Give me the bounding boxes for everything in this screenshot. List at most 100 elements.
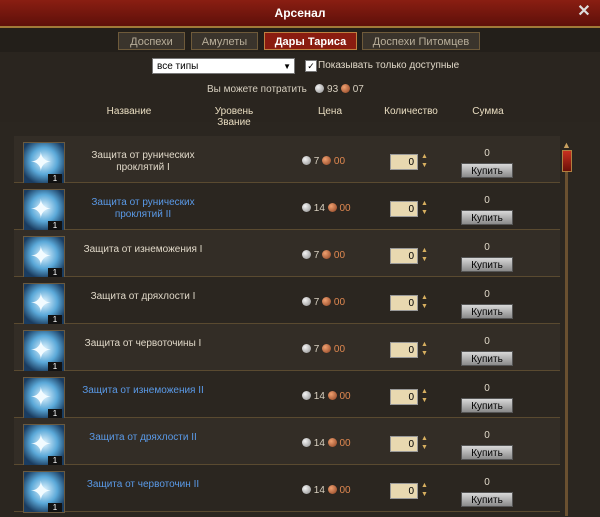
list-item: ✦ 1 Защита от рунических проклятий I 7 00 0…: [14, 136, 560, 184]
item-list: ✦ 1 Защита от рунических проклятий I 7 00 0…: [14, 136, 560, 517]
crystal-icon: ✦: [30, 476, 52, 506]
buy-button[interactable]: Купить: [461, 445, 513, 460]
item-name[interactable]: Защита от червоточин II: [68, 479, 218, 491]
item-count: 1: [48, 268, 62, 277]
quantity-stepper[interactable]: ▲ ▼: [421, 246, 431, 266]
quantity-stepper[interactable]: ▲ ▼: [421, 199, 431, 219]
item-name: Защита от рунических проклятий I: [91, 150, 195, 173]
price-silver: 14: [313, 438, 325, 449]
column-header-name: Название: [106, 106, 152, 117]
only-available-label: Показывать только доступные: [318, 60, 460, 71]
tab-armor[interactable]: Доспехи: [118, 32, 185, 50]
tab-amulets[interactable]: Амулеты: [191, 32, 258, 50]
item-icon[interactable]: ✦ 1: [23, 142, 65, 184]
quantity-input[interactable]: 0: [390, 295, 418, 311]
column-header-level-label: Уровень: [214, 106, 254, 117]
item-name: Защита от изнеможения I: [83, 244, 203, 255]
quantity-input[interactable]: 0: [390, 154, 418, 170]
list-item: ✦ 1 Защита от изнеможения I 7 00 0 ▲ ▼ 0 Купить: [14, 230, 560, 278]
arsenal-window: Арсенал ✕ Доспехи Амулеты Дары Тариса До…: [0, 0, 600, 517]
scrollbar[interactable]: ▲: [560, 140, 574, 517]
title-bar: Арсенал ✕: [0, 0, 600, 28]
price-copper: 00: [333, 344, 346, 355]
item-count: 1: [48, 174, 62, 183]
copper-coin-icon: [322, 250, 332, 259]
crystal-icon: ✦: [30, 194, 52, 224]
quantity-input[interactable]: 0: [390, 342, 418, 358]
filter-panel: все типы ▼ ✓ Показывать только доступные…: [0, 52, 600, 128]
silver-coin-icon: [302, 156, 311, 165]
tab-pet-armor[interactable]: Доспехи Питомцев: [362, 32, 480, 50]
item-name: Защита от червоточины I: [84, 338, 202, 349]
item-price: 14 00: [302, 438, 351, 449]
item-count: 1: [48, 362, 62, 371]
buy-button[interactable]: Купить: [461, 257, 513, 272]
item-count: 1: [48, 456, 62, 465]
item-icon[interactable]: ✦ 1: [23, 283, 65, 325]
item-sum: 0: [484, 242, 490, 253]
item-sum: 0: [484, 148, 490, 159]
crystal-icon: ✦: [30, 382, 52, 412]
item-name[interactable]: Защита от рунических проклятий II: [68, 197, 218, 221]
silver-coin-icon: [302, 391, 311, 400]
scroll-track[interactable]: [565, 166, 568, 516]
list-item: ✦ 1 Защита от изнеможения II 14 00 0 ▲ ▼ 0 Купи…: [14, 371, 560, 419]
buy-button[interactable]: Купить: [461, 163, 513, 178]
silver-coin-icon: [302, 438, 311, 447]
price-copper: 00: [333, 250, 346, 261]
item-sum: 0: [484, 336, 490, 347]
buy-button[interactable]: Купить: [461, 351, 513, 366]
item-name[interactable]: Защита от дряхлости II: [68, 432, 218, 444]
buy-button[interactable]: Купить: [461, 492, 513, 507]
list-item: ✦ 1 Защита от рунических проклятий II 14 0…: [14, 183, 560, 231]
quantity-stepper[interactable]: ▲ ▼: [421, 387, 431, 407]
quantity-stepper[interactable]: ▲ ▼: [421, 293, 431, 313]
quantity-input[interactable]: 0: [390, 483, 418, 499]
item-price: 7 00: [302, 156, 345, 167]
scroll-up-icon[interactable]: ▲: [562, 140, 571, 150]
item-icon[interactable]: ✦ 1: [23, 424, 65, 466]
quantity-stepper[interactable]: ▲ ▼: [421, 340, 431, 360]
silver-coin-icon: [315, 84, 325, 93]
quantity-stepper[interactable]: ▲ ▼: [421, 434, 431, 454]
scroll-thumb[interactable]: [562, 150, 572, 172]
buy-button[interactable]: Купить: [461, 210, 513, 225]
column-header-sum: Сумма: [472, 106, 504, 117]
only-available-checkbox[interactable]: ✓: [305, 60, 317, 72]
crystal-icon: ✦: [30, 288, 52, 318]
item-price: 14 00: [302, 485, 351, 496]
type-select-value: все типы: [157, 61, 199, 72]
item-icon[interactable]: ✦ 1: [23, 330, 65, 372]
copper-coin-icon: [322, 156, 332, 165]
item-icon[interactable]: ✦ 1: [23, 236, 65, 278]
item-price: 7 00: [302, 297, 345, 308]
price-copper: 00: [339, 203, 351, 214]
item-icon[interactable]: ✦ 1: [23, 377, 65, 419]
list-item: ✦ 1 Защита от дряхлости II 14 00 0 ▲ ▼ 0 Купить: [14, 418, 560, 466]
copper-coin-icon: [327, 438, 337, 447]
item-icon[interactable]: ✦ 1: [23, 471, 65, 513]
quantity-input[interactable]: 0: [390, 201, 418, 217]
copper-coin-icon: [322, 297, 332, 306]
quantity-input[interactable]: 0: [390, 248, 418, 264]
tab-tarisa-gifts[interactable]: Дары Тариса: [264, 32, 357, 50]
silver-coin-icon: [302, 203, 311, 212]
item-sum: 0: [484, 477, 490, 488]
quantity-input[interactable]: 0: [390, 436, 418, 452]
quantity-stepper[interactable]: ▲ ▼: [421, 152, 431, 172]
quantity-input[interactable]: 0: [390, 389, 418, 405]
type-select[interactable]: все типы ▼: [152, 58, 295, 74]
buy-button[interactable]: Купить: [461, 398, 513, 413]
quantity-stepper[interactable]: ▲ ▼: [421, 481, 431, 501]
price-silver: 7: [313, 297, 320, 308]
buy-button[interactable]: Купить: [461, 304, 513, 319]
close-icon[interactable]: ✕: [576, 3, 592, 21]
crystal-icon: ✦: [30, 241, 52, 271]
item-name[interactable]: Защита от изнеможения II: [68, 385, 218, 397]
price-silver: 7: [313, 250, 320, 261]
window-title: Арсенал: [274, 6, 326, 20]
tab-bar: Доспехи Амулеты Дары Тариса Доспехи Пито…: [0, 28, 600, 54]
copper-coin-icon: [322, 344, 332, 353]
spend-info: Вы можете потратить 93 07: [207, 84, 364, 95]
item-icon[interactable]: ✦ 1: [23, 189, 65, 231]
